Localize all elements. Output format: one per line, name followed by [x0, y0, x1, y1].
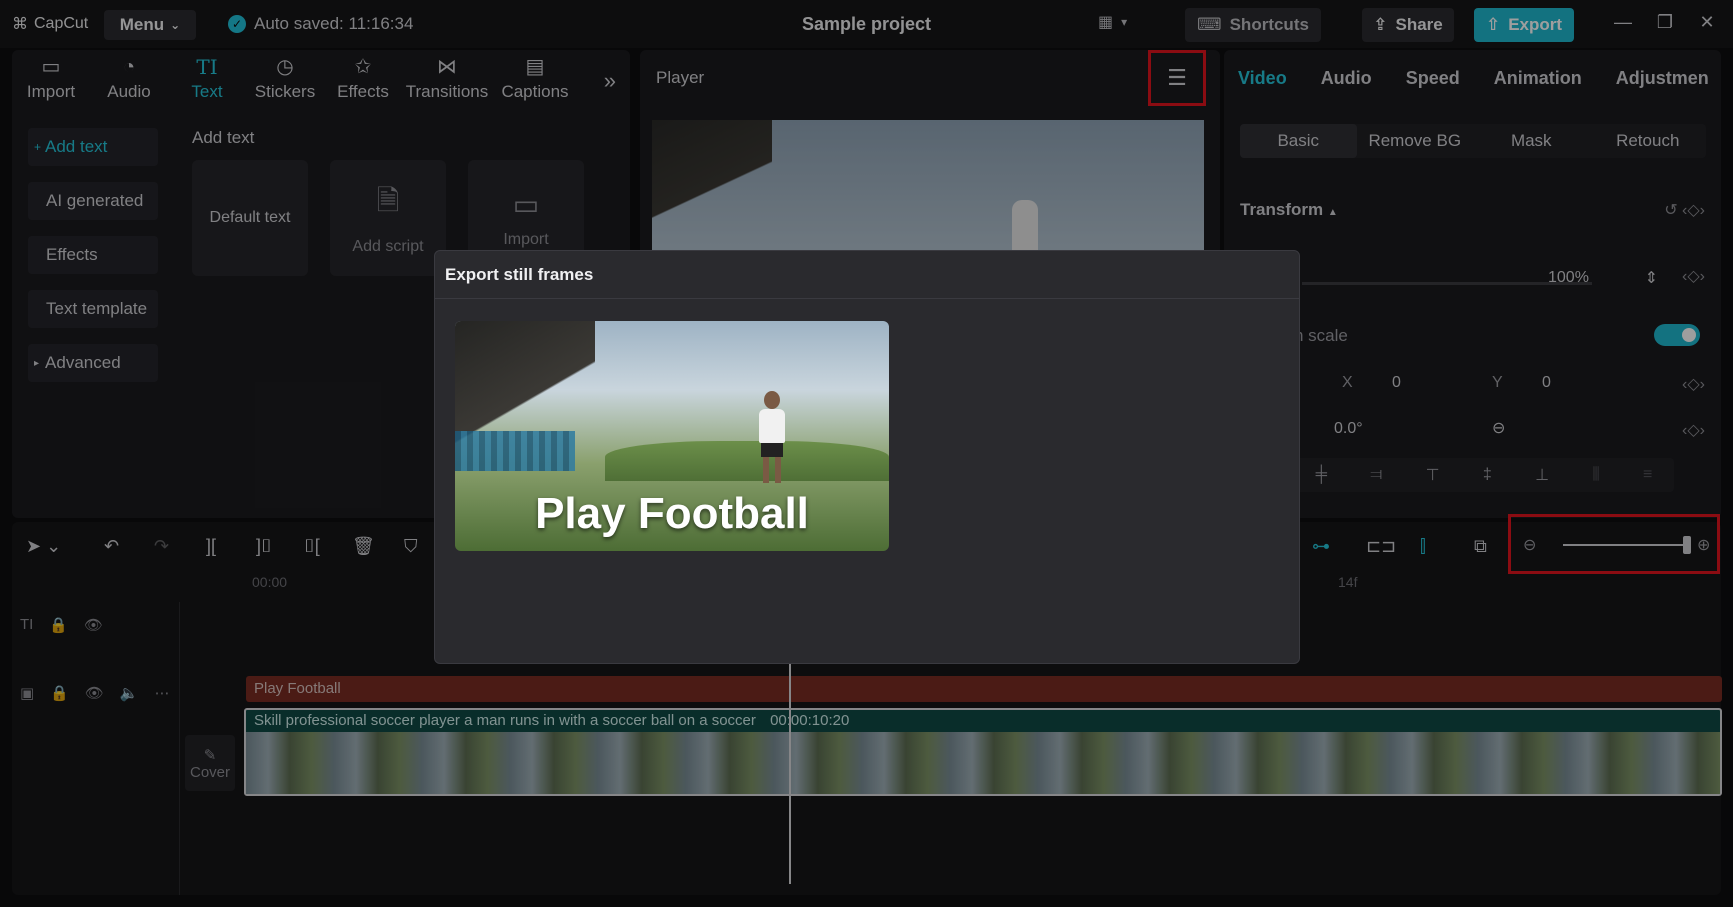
- export-still-frames-dialog: Export still frames Play Football: [434, 250, 1300, 664]
- dialog-title: Export still frames: [435, 251, 1299, 299]
- runner-figure: [755, 391, 789, 483]
- frame-preview: Play Football: [455, 321, 889, 551]
- preview-caption: Play Football: [535, 489, 809, 538]
- stadium-seats: [455, 431, 575, 471]
- trees: [605, 441, 889, 481]
